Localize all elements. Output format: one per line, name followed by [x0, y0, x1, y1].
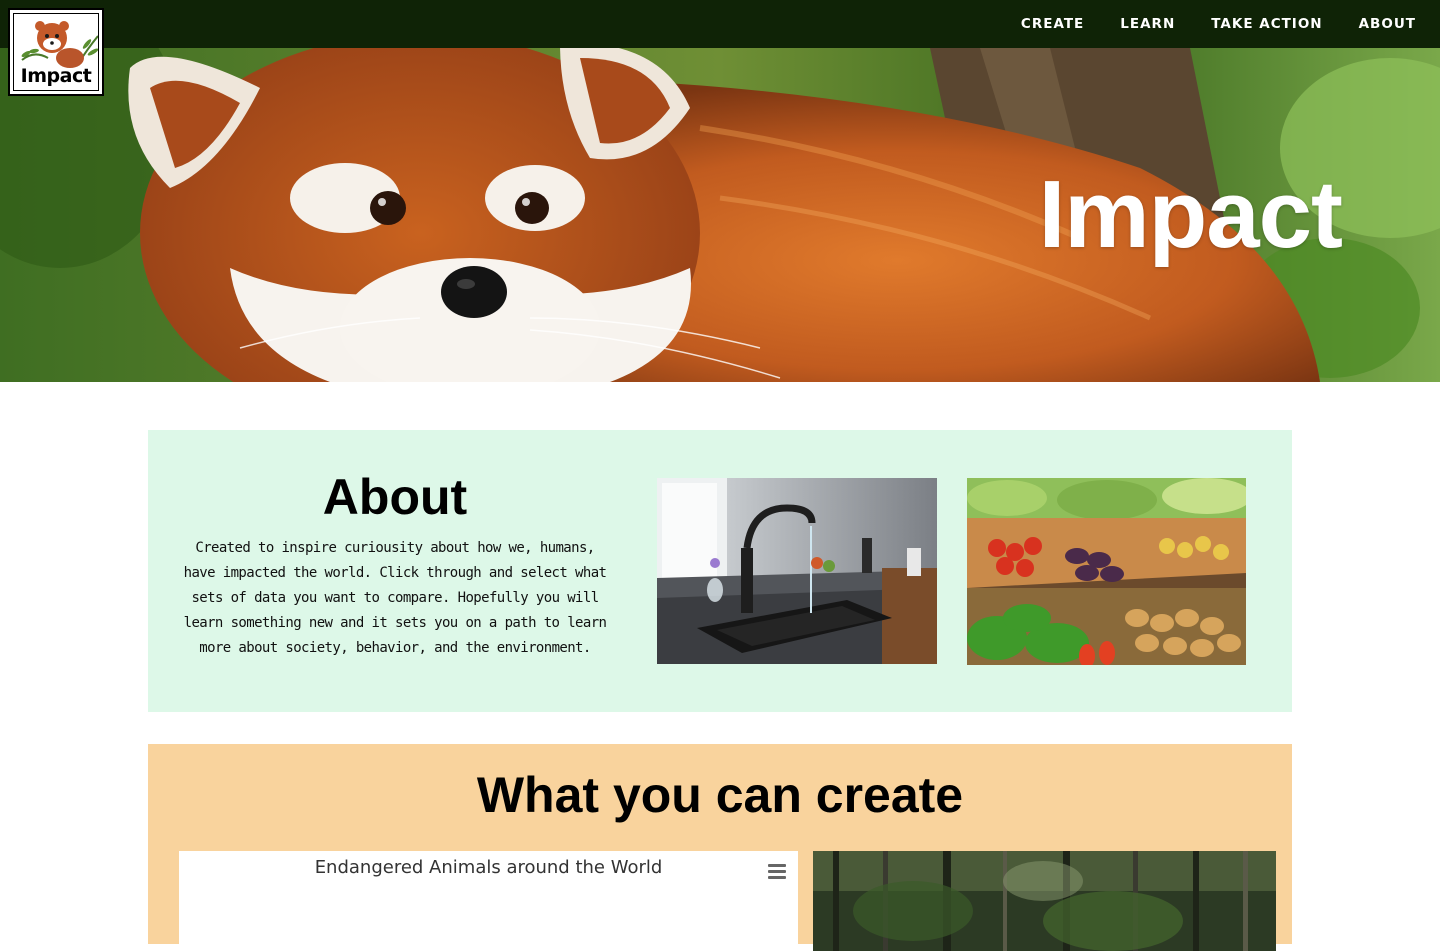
nav-links: CREATE LEARN TAKE ACTION ABOUT — [985, 0, 1416, 48]
about-section: About Created to inspire curiousity abou… — [148, 430, 1292, 712]
forest-image — [813, 851, 1276, 951]
about-title: About — [322, 469, 468, 525]
top-nav: CREATE LEARN TAKE ACTION ABOUT — [0, 0, 1440, 48]
logo-text: Impact — [20, 65, 92, 87]
create-section: What you can create Endangered Animals a… — [148, 744, 1292, 951]
chart-menu-icon[interactable] — [768, 864, 786, 880]
nav-about[interactable]: ABOUT — [1359, 16, 1416, 32]
create-title: What you can create — [476, 767, 964, 823]
site-logo[interactable]: Impact — [8, 8, 104, 96]
logo-frame: Impact — [13, 13, 99, 91]
nav-create[interactable]: CREATE — [1021, 16, 1084, 32]
kitchen-sink-image — [657, 478, 937, 664]
chart-title: Endangered Animals around the World — [314, 857, 663, 878]
hero-banner: Impact — [0, 48, 1440, 382]
chart-card: Endangered Animals around the World — [179, 851, 798, 951]
about-description: Created to inspire curiousity about how … — [183, 540, 607, 656]
nav-take-action[interactable]: TAKE ACTION — [1211, 16, 1322, 32]
hero-title: Impact — [1038, 161, 1343, 268]
nav-learn[interactable]: LEARN — [1120, 16, 1175, 32]
vegetable-market-image — [967, 478, 1246, 665]
